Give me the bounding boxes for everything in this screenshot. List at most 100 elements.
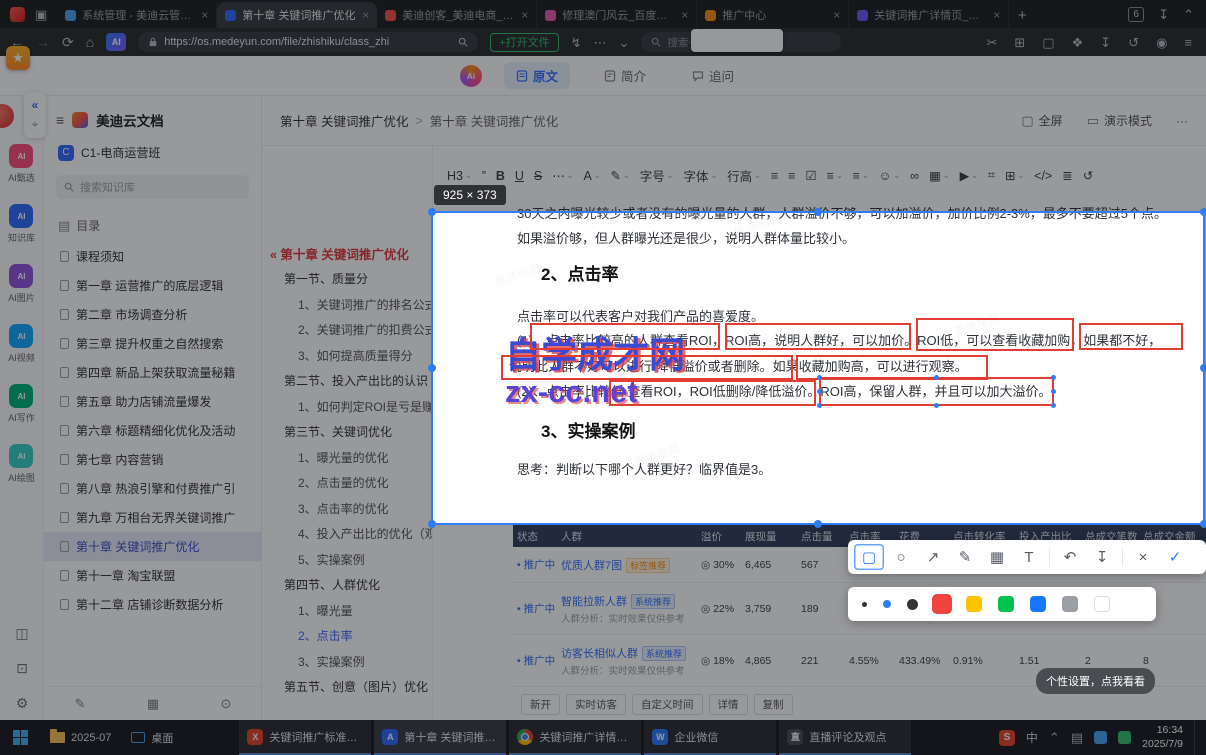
- mosaic-tool-icon[interactable]: ▦: [982, 544, 1012, 570]
- tray-expand-icon[interactable]: ⌃: [1049, 731, 1060, 744]
- browser-tab[interactable]: 推广中心 ×: [697, 2, 850, 28]
- code-icon[interactable]: </>: [1034, 169, 1052, 183]
- scissors-icon[interactable]: ✂: [986, 36, 997, 49]
- present-mode-button[interactable]: ▭ 演示模式: [1087, 112, 1152, 129]
- color-swatch[interactable]: [932, 594, 952, 614]
- sidebar-item-chapter[interactable]: 第二章 市场调查分析: [44, 300, 261, 329]
- bold-icon[interactable]: B: [496, 169, 505, 183]
- rail-tool-4[interactable]: AI AI写作: [8, 384, 35, 424]
- brush-size-medium[interactable]: [883, 600, 891, 608]
- bullet-list-icon[interactable]: ≡: [771, 169, 778, 183]
- brush-size-large[interactable]: [907, 598, 918, 610]
- new-tab-button[interactable]: +: [1009, 2, 1035, 28]
- color-swatch[interactable]: [1094, 596, 1110, 612]
- show-desktop-button[interactable]: [1194, 720, 1198, 755]
- emoji-icon[interactable]: ☺ ⌄: [879, 169, 900, 183]
- underline-icon[interactable]: U: [515, 169, 524, 183]
- undo-icon[interactable]: ↺: [1083, 168, 1093, 183]
- toc-item[interactable]: 第五节、创意（图片）优化: [268, 675, 432, 701]
- ime-icon[interactable]: S: [998, 729, 1015, 746]
- browser-ball-icon[interactable]: ◉: [1156, 36, 1167, 49]
- save-tool-icon[interactable]: ↧: [1087, 544, 1117, 570]
- toc-item[interactable]: 3、如何提高质量得分: [268, 344, 432, 370]
- blockquote-icon[interactable]: ”: [482, 169, 486, 183]
- sidebar-item-chapter[interactable]: 第八章 热浪引擎和付费推广引: [44, 474, 261, 503]
- browser-tab[interactable]: 系统管理 - 美迪云管理... ×: [57, 2, 218, 28]
- pen-tool-icon[interactable]: ✎: [950, 544, 980, 570]
- color-swatch[interactable]: [966, 596, 982, 612]
- sidebar-collapse-widget[interactable]: « ⌖: [24, 92, 46, 138]
- tray-app-icon[interactable]: [1094, 731, 1108, 744]
- heading-style-icon[interactable]: H3 ⌄: [447, 169, 472, 183]
- toc-item[interactable]: 4、投入产出比的优化（观察7天/15: [268, 522, 432, 548]
- toc-item[interactable]: 1、如何判定ROI是亏是赚: [268, 395, 432, 421]
- browser-tab[interactable]: 修理澳门风云_百度搜索 ×: [537, 2, 698, 28]
- taskbar-desktop[interactable]: 桌面: [121, 720, 183, 755]
- ai-assistant-icon[interactable]: AI: [106, 33, 127, 51]
- power-icon[interactable]: ⊙: [220, 696, 231, 712]
- robot-icon[interactable]: ◫: [15, 625, 28, 642]
- rail-tool-3[interactable]: AI AI视频: [8, 324, 35, 364]
- sidebar-item-chapter[interactable]: 第六章 标题精细化优化及活动: [44, 416, 261, 445]
- toc-item[interactable]: 1、曝光量: [268, 599, 432, 625]
- video-icon[interactable]: ▶ ⌄: [960, 168, 978, 183]
- sidebar-item-chapter[interactable]: 第三章 提升权重之自然搜索: [44, 329, 261, 358]
- quick-search-input[interactable]: 搜索+知识库答疑资料: [641, 29, 842, 52]
- sidebar-item-chapter[interactable]: 第十二章 店铺诊断数据分析: [44, 590, 261, 619]
- color-swatch[interactable]: [998, 596, 1014, 612]
- reader-mode-icon[interactable]: ▢: [1042, 36, 1054, 49]
- grid-icon[interactable]: ▦: [147, 696, 159, 712]
- tab-summary[interactable]: 简介: [592, 62, 658, 89]
- taskbar-task[interactable]: A 第十章 关键词推广...: [374, 720, 507, 755]
- ime-lang-indicator[interactable]: 中: [1026, 729, 1038, 746]
- taskbar-task[interactable]: 关键词推广详情页...: [509, 720, 642, 755]
- favorite-star-button[interactable]: ★: [6, 46, 30, 70]
- toc-item[interactable]: 2、点击量的优化: [268, 471, 432, 497]
- table-action-button[interactable]: 新开: [521, 694, 560, 715]
- taskbar-task[interactable]: W 企业微信: [644, 720, 777, 755]
- taskbar-folder[interactable]: 2025-07: [40, 720, 121, 755]
- browser-logo-icon[interactable]: [10, 6, 25, 22]
- brush-size-small[interactable]: [862, 601, 867, 607]
- toc-item[interactable]: 2、点击率: [268, 624, 432, 650]
- rail-tool-5[interactable]: AI AI绘图: [8, 444, 35, 484]
- toc-item[interactable]: 第四节、人群优化: [268, 573, 432, 599]
- toc-title[interactable]: « 第十章 关键词推广优化: [268, 244, 432, 263]
- browser-tab[interactable]: 美迪创客_美迪电商_美... ×: [377, 2, 538, 28]
- color-swatch[interactable]: [1062, 596, 1078, 612]
- breadcrumb-parent[interactable]: 第十章 关键词推广优化: [280, 111, 408, 130]
- sidebar-item-chapter[interactable]: 第四章 新品上架获取流量秘籍: [44, 358, 261, 387]
- audience-name[interactable]: 智能拉新人群: [561, 596, 627, 608]
- tab-count-badge[interactable]: 6: [1128, 6, 1145, 22]
- sidebar-item-chapter[interactable]: 第九章 万相台无界关键词推广: [44, 503, 261, 532]
- rail-tool-0[interactable]: AI AI甄选: [8, 144, 35, 184]
- apps-icon[interactable]: ⊡: [16, 660, 28, 677]
- toc-item[interactable]: 1、曝光量的优化: [268, 446, 432, 472]
- table-action-button[interactable]: 自定义时间: [632, 694, 703, 715]
- tab-close-icon[interactable]: ×: [681, 8, 688, 22]
- taskbar-task[interactable]: 直直播评论及观点: [779, 720, 912, 755]
- menu-icon[interactable]: ≡: [1184, 36, 1192, 49]
- outline-icon[interactable]: ≣: [1062, 168, 1072, 183]
- sidebar-item-chapter[interactable]: 第一章 运营推广的底层逻辑: [44, 271, 261, 300]
- toc-item[interactable]: 第二节、投入产出比的认识: [268, 369, 432, 395]
- confirm-tool-icon[interactable]: ✓: [1160, 544, 1190, 570]
- link-icon[interactable]: ∞: [910, 169, 919, 183]
- cancel-tool-icon[interactable]: ×: [1128, 544, 1158, 570]
- history-icon[interactable]: ↺: [1128, 36, 1139, 49]
- rail-tool-2[interactable]: AI AI图片: [8, 264, 35, 304]
- image-icon[interactable]: ▦ ⌄: [929, 168, 950, 183]
- workspace-icon[interactable]: ▣: [35, 8, 47, 21]
- table-action-button[interactable]: 详情: [708, 694, 748, 715]
- tab-ask[interactable]: 追问: [680, 62, 746, 89]
- collapse-toolbar-icon[interactable]: ⌃: [1183, 8, 1194, 21]
- tab-close-icon[interactable]: ×: [993, 8, 1000, 22]
- strikethrough-icon[interactable]: S: [534, 169, 542, 183]
- table-action-button[interactable]: 实时访客: [566, 694, 626, 715]
- download-icon[interactable]: ↧: [1100, 36, 1111, 49]
- sidebar-item-chapter[interactable]: 第十章 关键词推广优化: [44, 532, 261, 561]
- text-tool-icon[interactable]: T: [1014, 544, 1044, 570]
- audience-name[interactable]: 访客长相似人群: [561, 648, 638, 660]
- tab-close-icon[interactable]: ×: [833, 8, 840, 22]
- apps-grid-icon[interactable]: ⊞: [1014, 36, 1025, 49]
